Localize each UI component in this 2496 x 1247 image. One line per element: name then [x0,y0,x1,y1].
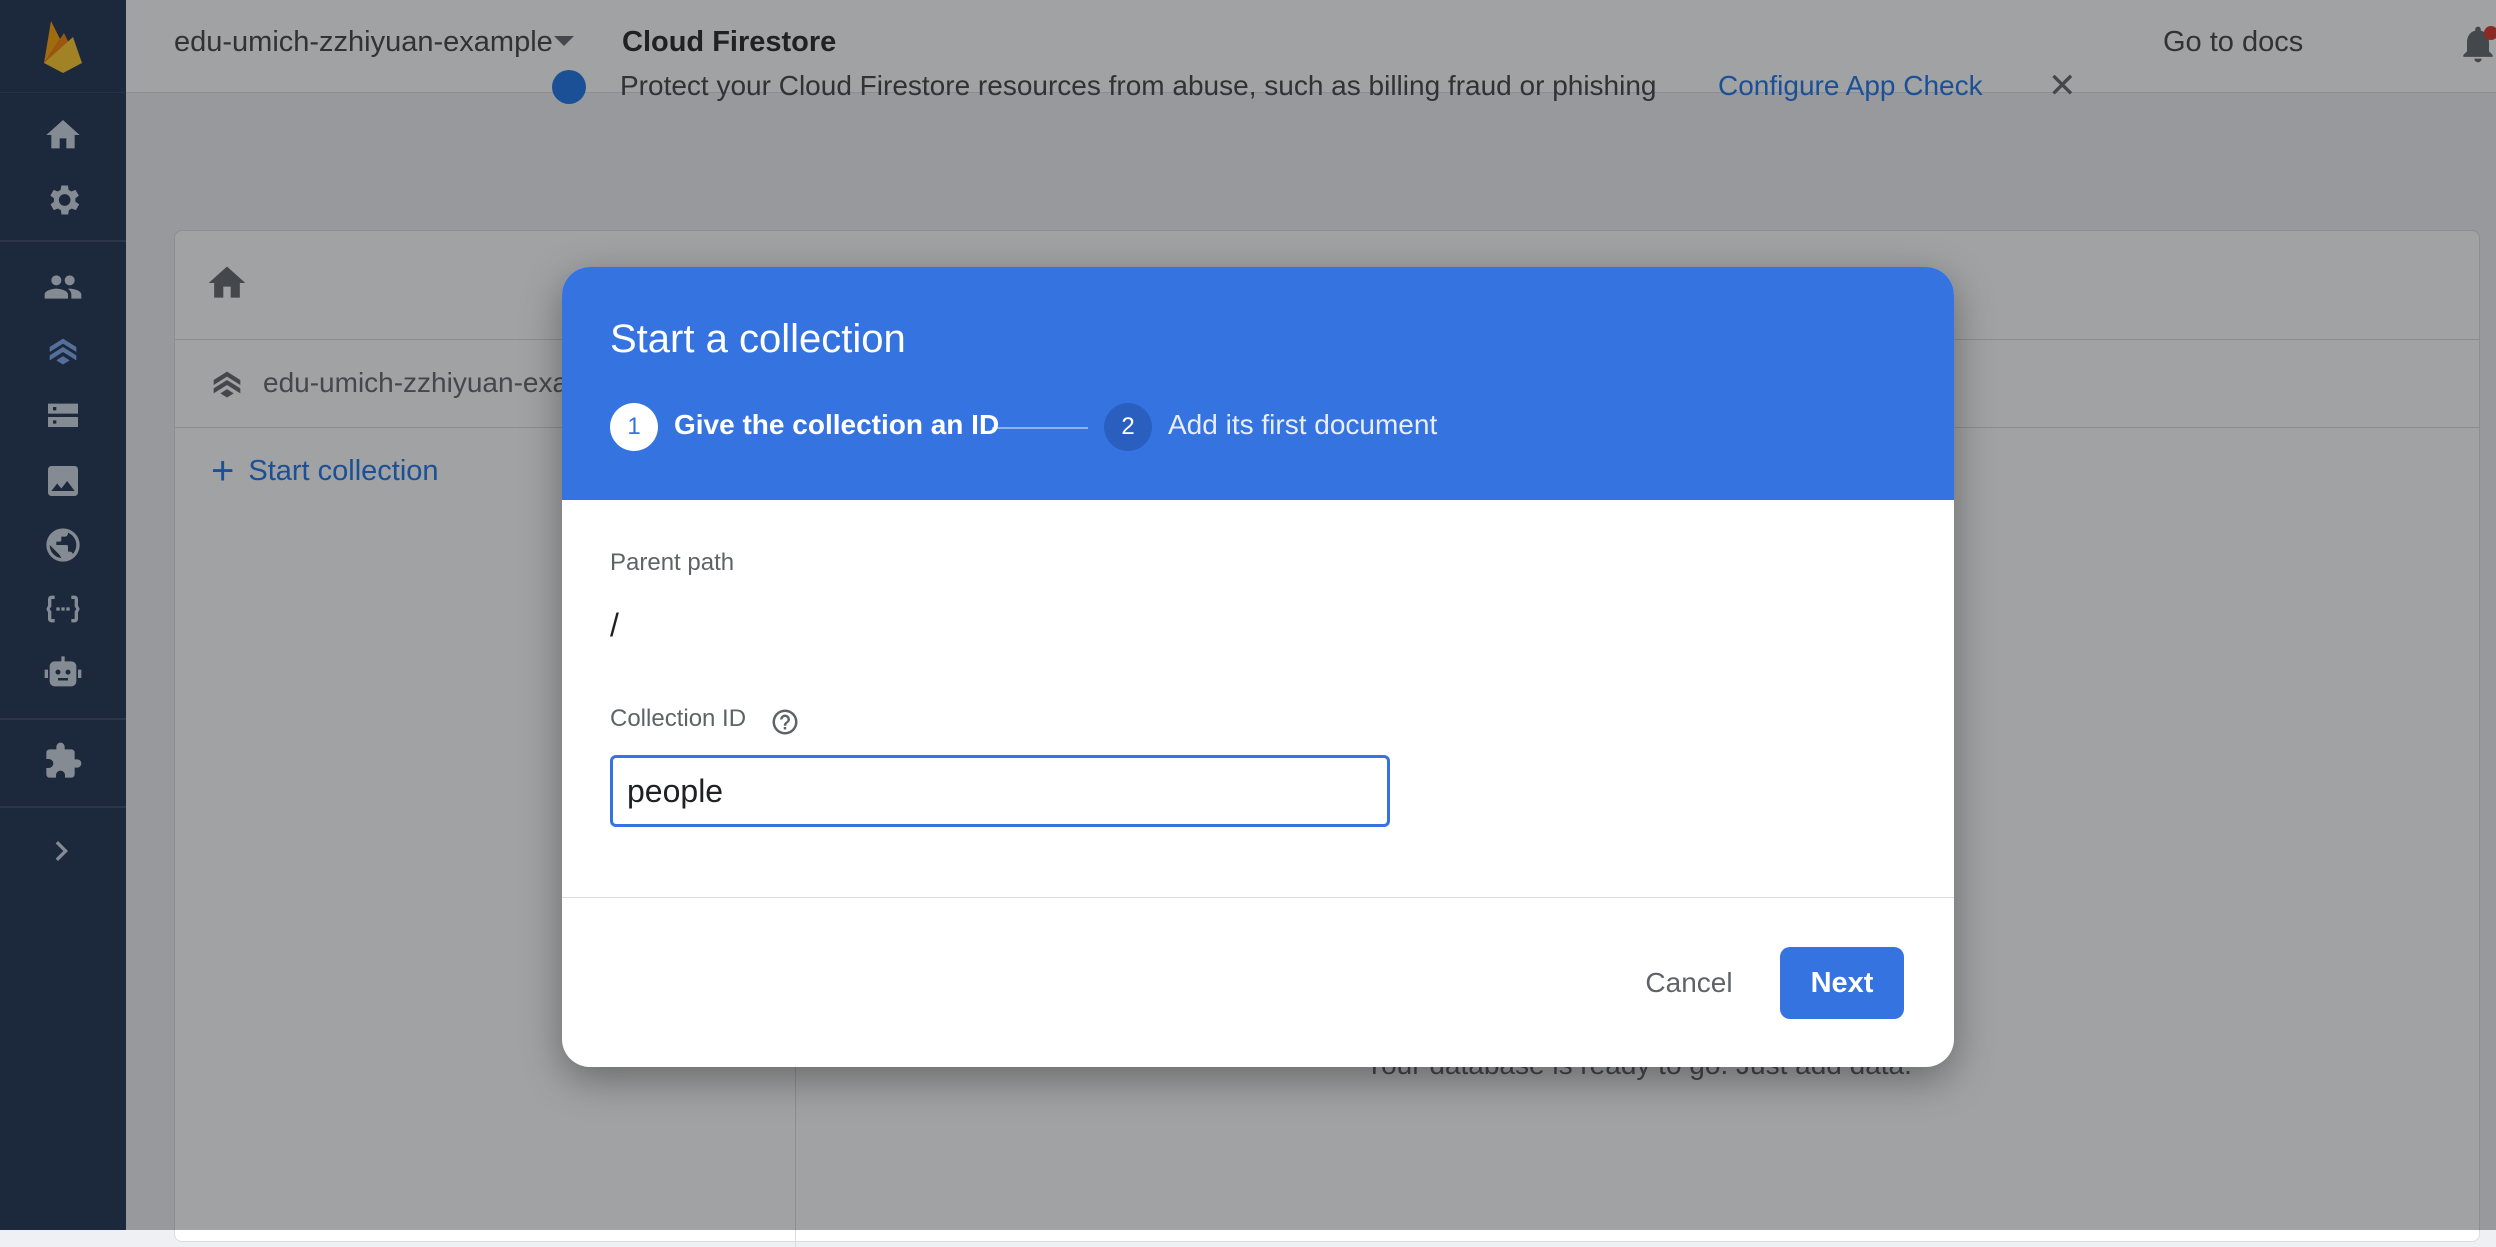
divider [562,897,1954,898]
step-2-label: Add its first document [1168,409,1438,440]
parent-path-value: / [610,607,619,643]
cancel-button[interactable]: Cancel [1624,947,1754,1019]
step-1-label: Give the collection an ID [674,409,1000,440]
dialog-header: Start a collection 1 Give the collection… [562,267,1954,500]
step-1-indicator: 1 [610,403,658,451]
dialog-title: Start a collection [610,317,906,361]
step-connector [992,427,1088,429]
collection-id-input[interactable] [610,755,1390,827]
start-collection-dialog: Start a collection 1 Give the collection… [562,267,1954,1067]
parent-path-label: Parent path [610,549,735,576]
collection-id-label: Collection ID [610,705,747,732]
help-icon[interactable] [770,707,800,737]
next-button[interactable]: Next [1780,947,1904,1019]
step-2-indicator: 2 [1104,403,1152,451]
